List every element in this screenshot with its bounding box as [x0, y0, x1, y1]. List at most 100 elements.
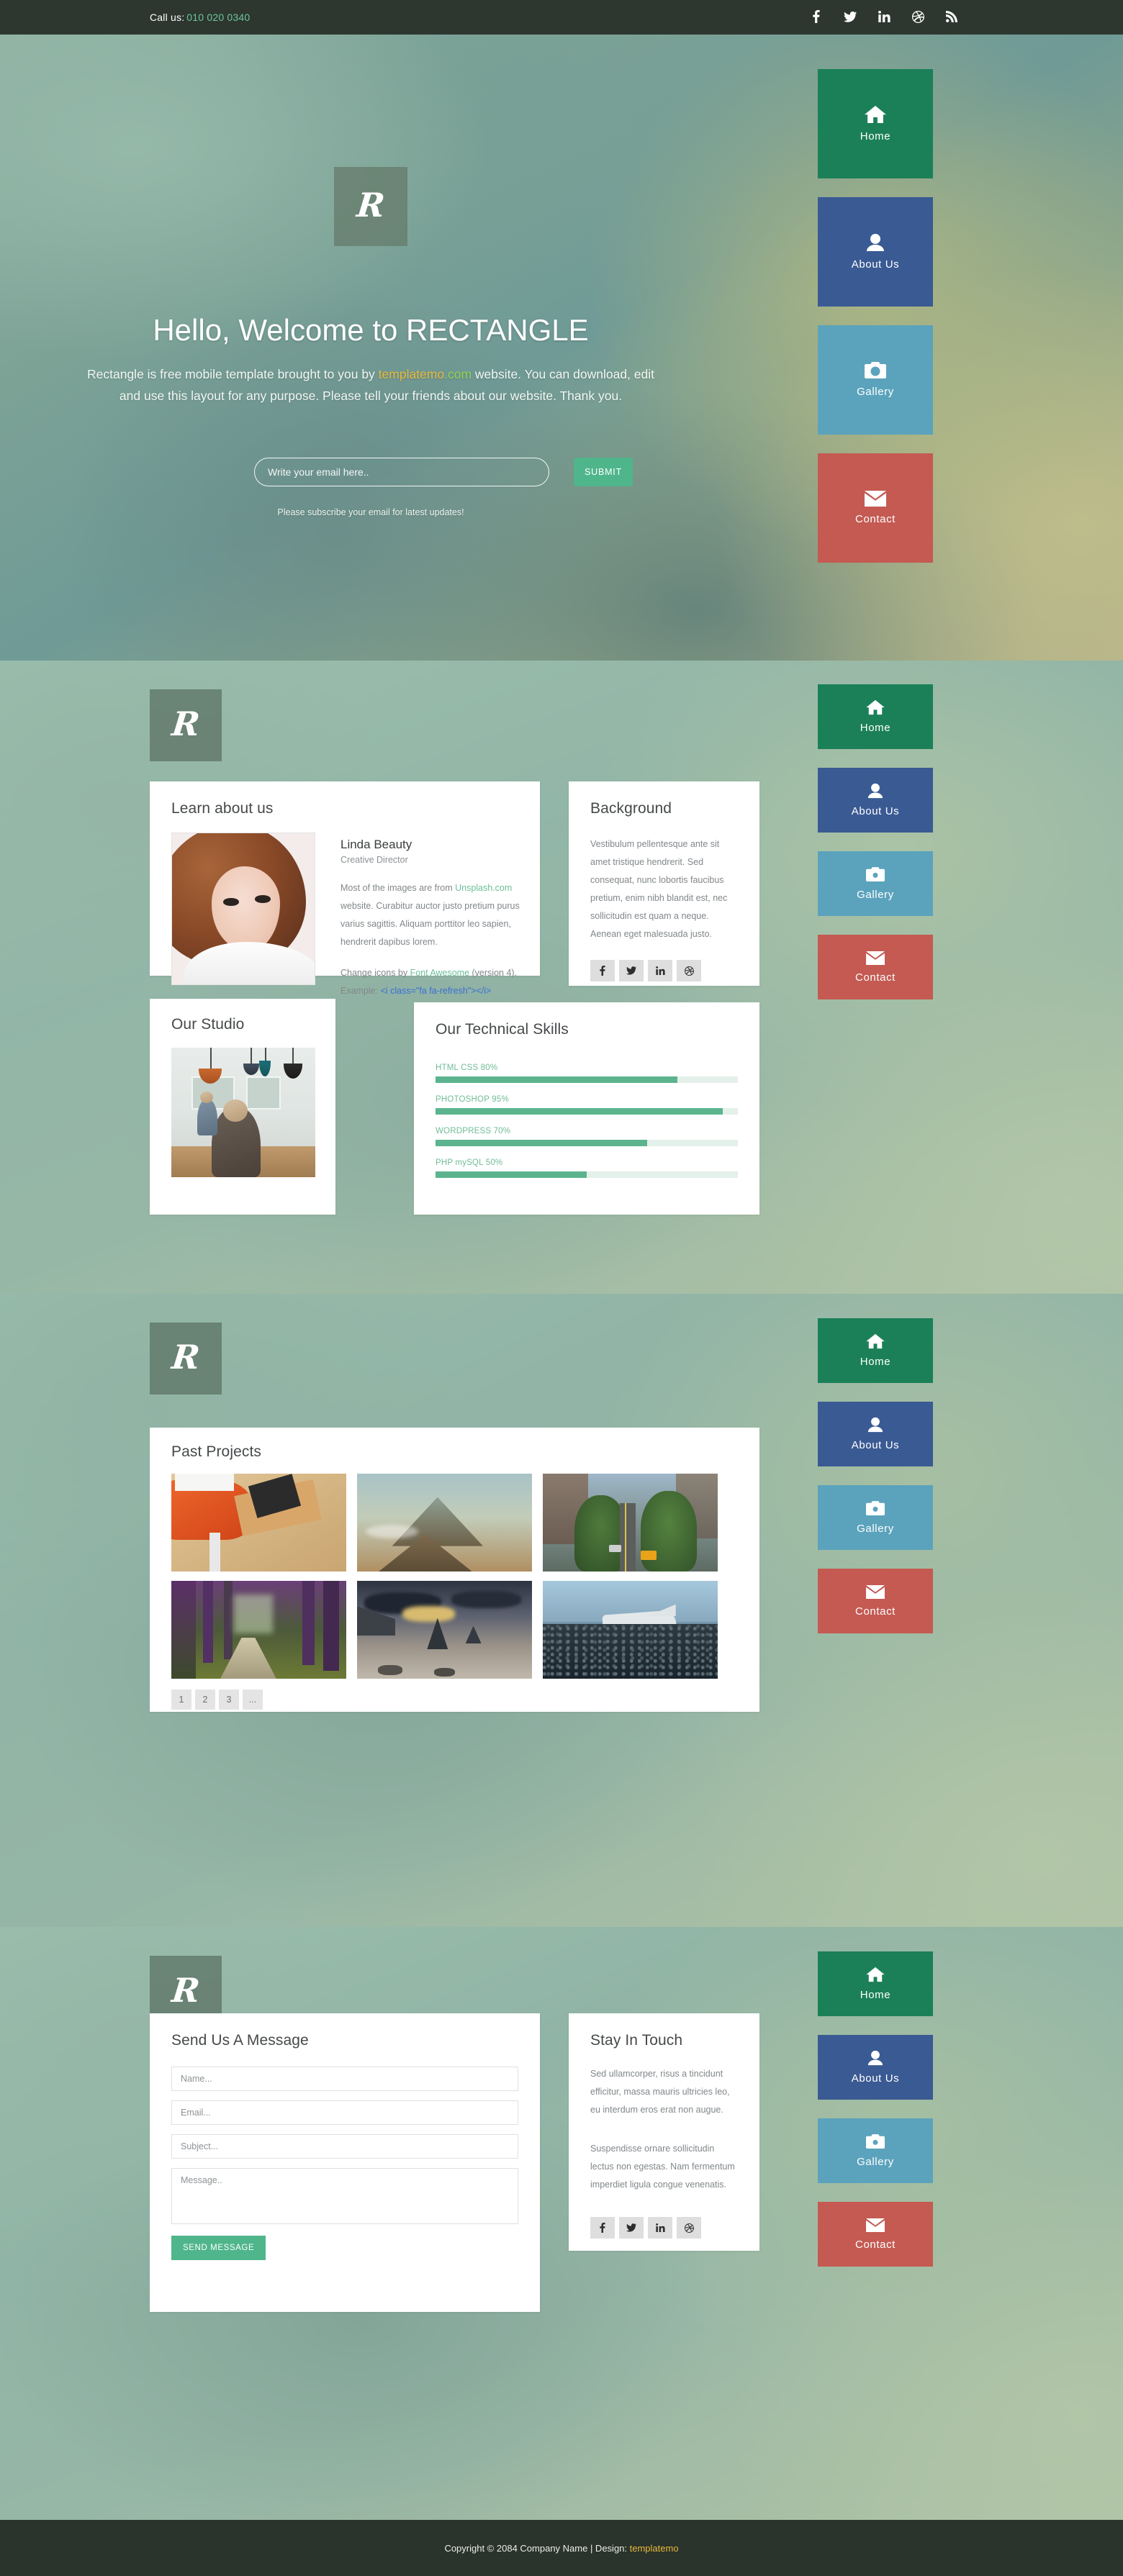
sidebar-item-contact[interactable]: Contact: [818, 935, 933, 999]
sidebar-item-gallery[interactable]: Gallery: [818, 1485, 933, 1550]
sidebar-item-home[interactable]: Home: [818, 69, 933, 178]
person-photo: [171, 833, 315, 985]
gallery-card: Past Projects 1 2 3 ...: [150, 1428, 759, 1712]
hero-logo[interactable]: R: [334, 167, 407, 246]
sidebar-item-about[interactable]: About Us: [818, 768, 933, 833]
sidebar-item-contact[interactable]: Contact: [818, 453, 933, 563]
skill-row: HTML CSS 80%: [436, 1063, 738, 1083]
about-paragraph-b: Change icons by Font Awesome (version 4)…: [340, 964, 520, 1000]
sidebar-item-home[interactable]: Home: [818, 1318, 933, 1383]
top-social-links: [809, 9, 959, 24]
fontawesome-link[interactable]: Font Awesome: [410, 968, 469, 978]
hero-submit-button[interactable]: SUBMIT: [574, 458, 633, 486]
sidebar-item-home[interactable]: Home: [818, 1951, 933, 2016]
sidebar-item-about[interactable]: About Us: [818, 1402, 933, 1466]
sidebar-label-gallery: Gallery: [857, 386, 894, 398]
twitter-icon[interactable]: [619, 960, 644, 981]
send-message-button[interactable]: SEND MESSAGE: [171, 2236, 266, 2260]
email-field[interactable]: [171, 2100, 518, 2125]
gallery-section: R Past Projects 1 2 3 ... Home About Us …: [0, 1294, 1123, 1927]
message-field[interactable]: [171, 2168, 518, 2224]
envelope-icon: [866, 951, 885, 965]
background-card: Background Vestibulum pellentesque ante …: [569, 781, 759, 986]
gallery-title: Past Projects: [171, 1443, 262, 1460]
person-name: Linda Beauty: [340, 838, 412, 851]
linkedin-icon[interactable]: [877, 9, 891, 24]
sidebar-item-about[interactable]: About Us: [818, 197, 933, 307]
about-paragraph-a: Most of the images are from Unsplash.com…: [340, 879, 520, 951]
sidebar-item-contact[interactable]: Contact: [818, 1569, 933, 1633]
footer: Copyright © 2084 Company Name | Design: …: [0, 2520, 1123, 2576]
subject-field[interactable]: [171, 2134, 518, 2159]
sidebar-label-contact: Contact: [855, 513, 896, 525]
home-icon: [865, 105, 886, 124]
stay-in-touch-p1: Sed ullamcorper, risus a tincidunt effic…: [590, 2069, 730, 2115]
about-para-a1: Most of the images are from: [340, 883, 456, 893]
twitter-icon[interactable]: [843, 9, 857, 24]
sidenav-hero: Home About Us Gallery Contact: [818, 69, 933, 581]
home-icon: [866, 1333, 885, 1349]
sidebar-item-home[interactable]: Home: [818, 684, 933, 749]
dribbble-icon[interactable]: [677, 960, 701, 981]
studio-title: Our Studio: [171, 1016, 245, 1033]
skill-label: WORDPRESS 70%: [436, 1127, 511, 1135]
background-title: Background: [590, 800, 672, 817]
hero-title: Hello, Welcome to RECTANGLE: [153, 313, 589, 347]
sidebar-item-contact[interactable]: Contact: [818, 2202, 933, 2267]
hero-desc-part1: Rectangle is free mobile template brough…: [87, 367, 379, 381]
linkedin-icon[interactable]: [648, 960, 672, 981]
dribbble-icon[interactable]: [677, 2217, 701, 2239]
pager-page-2[interactable]: 2: [195, 1690, 215, 1710]
gallery-thumb-6[interactable]: [543, 1581, 718, 1679]
skill-row: WORDPRESS 70%: [436, 1127, 738, 1146]
person-info: Linda Beauty Creative Director Most of t…: [340, 838, 520, 1000]
pager-page-more[interactable]: ...: [243, 1690, 263, 1710]
twitter-icon[interactable]: [619, 2217, 644, 2239]
unsplash-link[interactable]: Unsplash.com: [455, 883, 512, 893]
envelope-icon: [865, 491, 886, 507]
contact-section: R Send Us A Message SEND MESSAGE Stay In…: [0, 1927, 1123, 2520]
footer-templatemo-link[interactable]: templatemo: [630, 2543, 679, 2554]
gallery-thumb-2[interactable]: [357, 1474, 532, 1572]
sidebar-item-gallery[interactable]: Gallery: [818, 2118, 933, 2183]
logo-letter: R: [355, 186, 387, 225]
linkedin-icon[interactable]: [648, 2217, 672, 2239]
sidebar-item-gallery[interactable]: Gallery: [818, 325, 933, 435]
learn-about-card: Learn about us Linda Beauty Creative Dir…: [150, 781, 540, 996]
about-section: R Learn about us Linda Beauty Creative D…: [0, 661, 1123, 1294]
skills-title: Our Technical Skills: [436, 1021, 569, 1038]
about-logo[interactable]: R: [150, 689, 222, 761]
phone-number[interactable]: 010 020 0340: [186, 12, 250, 23]
pager-page-1[interactable]: 1: [171, 1690, 191, 1710]
camera-icon: [866, 1500, 885, 1516]
facebook-icon[interactable]: [590, 2217, 615, 2239]
hero-email-input[interactable]: [254, 458, 549, 486]
skill-bar-fill: [436, 1076, 677, 1083]
name-field[interactable]: [171, 2067, 518, 2091]
gallery-logo[interactable]: R: [150, 1323, 222, 1394]
rss-icon[interactable]: [944, 9, 959, 24]
hero-description: Rectangle is free mobile template brough…: [83, 363, 659, 407]
dribbble-icon[interactable]: [911, 9, 925, 24]
sidebar-label-about: About Us: [851, 2072, 900, 2085]
gallery-thumb-3[interactable]: [543, 1474, 718, 1572]
facebook-icon[interactable]: [809, 9, 824, 24]
hero-section: R Hello, Welcome to RECTANGLE Rectangle …: [0, 35, 1123, 661]
sidebar-label-home: Home: [860, 130, 891, 142]
templatemo-link[interactable]: templatemo: [379, 367, 444, 381]
sidebar-item-gallery[interactable]: Gallery: [818, 851, 933, 916]
sidebar-item-about[interactable]: About Us: [818, 2035, 933, 2100]
gallery-thumb-5[interactable]: [357, 1581, 532, 1679]
user-icon: [866, 233, 885, 252]
contact-form-card: Send Us A Message SEND MESSAGE: [150, 2013, 540, 2312]
templatemo-link-suffix[interactable]: .com: [444, 367, 472, 381]
facebook-icon[interactable]: [590, 960, 615, 981]
icon-code-sample: <i class="fa fa-refresh"></i>: [380, 986, 492, 996]
gallery-thumb-1[interactable]: [171, 1474, 346, 1572]
pager-page-3[interactable]: 3: [219, 1690, 239, 1710]
sidenav-contact: Home About Us Gallery Contact: [818, 1951, 933, 2285]
sidebar-label-about: About Us: [851, 258, 900, 271]
studio-photo: [171, 1048, 315, 1177]
gallery-thumb-4[interactable]: [171, 1581, 346, 1679]
sidebar-label-gallery: Gallery: [857, 1522, 894, 1535]
